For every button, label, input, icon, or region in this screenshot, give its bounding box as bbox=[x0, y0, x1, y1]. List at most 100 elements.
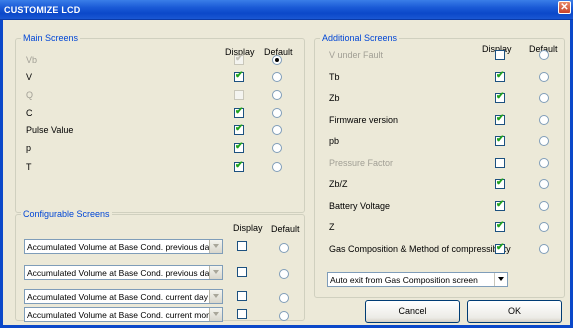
dialog-body: Main Screens Display Default Vb ✔ V ✔ Q C ✔ Pul… bbox=[0, 20, 573, 328]
additional-row-label: Zb/Z bbox=[329, 179, 348, 189]
additional-default-radio[interactable] bbox=[539, 201, 549, 211]
config-display-checkbox[interactable] bbox=[237, 241, 247, 251]
check-icon: ✔ bbox=[496, 242, 505, 253]
check-icon: ✔ bbox=[496, 177, 505, 188]
additional-row-label: pb bbox=[329, 136, 340, 146]
check-icon: ✔ bbox=[496, 220, 505, 231]
ok-button[interactable]: OK bbox=[467, 300, 562, 323]
additional-default-radio[interactable] bbox=[539, 72, 549, 82]
main-default-radio[interactable] bbox=[272, 90, 282, 100]
close-icon: ✕ bbox=[560, 2, 569, 13]
auto-exit-select[interactable]: Auto exit from Gas Composition screen bbox=[327, 272, 508, 287]
additional-display-checkbox[interactable]: ✔ bbox=[495, 242, 505, 254]
additional-display-checkbox[interactable]: ✔ bbox=[495, 177, 505, 189]
main-display-checkbox[interactable]: ✔ bbox=[234, 123, 244, 135]
check-icon: ✔ bbox=[235, 160, 244, 171]
check-icon: ✔ bbox=[496, 91, 505, 102]
main-display-checkbox[interactable]: ✔ bbox=[234, 160, 244, 172]
close-button[interactable]: ✕ bbox=[558, 1, 571, 14]
configurable-screens-legend: Configurable Screens bbox=[21, 209, 112, 219]
additional-row-label: Tb bbox=[329, 72, 340, 82]
main-display-checkbox: ✔ bbox=[234, 53, 244, 65]
main-row-label: T bbox=[26, 162, 32, 172]
configurable-screen-select[interactable]: Accumulated Volume at Base Cond. current… bbox=[24, 307, 223, 322]
main-display-checkbox[interactable]: ✔ bbox=[234, 141, 244, 153]
configurable-screen-select[interactable]: Accumulated Volume at Base Cond. previou… bbox=[24, 239, 223, 254]
chevron-down-icon[interactable] bbox=[209, 240, 222, 253]
config-default-header: Default bbox=[271, 224, 300, 234]
main-row-label: Q bbox=[26, 90, 34, 100]
check-icon: ✔ bbox=[496, 199, 505, 210]
additional-row-label: Z bbox=[329, 222, 335, 232]
additional-row-label: Zb bbox=[329, 93, 340, 103]
check-icon: ✔ bbox=[496, 113, 505, 124]
additional-display-checkbox[interactable] bbox=[495, 158, 505, 168]
main-display-checkbox[interactable]: ✔ bbox=[234, 70, 244, 82]
main-display-checkbox[interactable]: ✔ bbox=[234, 106, 244, 118]
config-display-checkbox[interactable] bbox=[237, 309, 247, 319]
additional-default-radio[interactable] bbox=[539, 244, 549, 254]
configurable-screens-group: Configurable Screens Display Default Acc… bbox=[15, 209, 305, 322]
config-display-checkbox[interactable] bbox=[237, 267, 247, 277]
configurable-screen-select-value: Accumulated Volume at Base Cond. current… bbox=[27, 310, 216, 320]
auto-exit-select-value: Auto exit from Gas Composition screen bbox=[330, 275, 478, 285]
additional-row-label: Firmware version bbox=[329, 115, 399, 125]
additional-default-radio[interactable] bbox=[539, 93, 549, 103]
additional-display-checkbox[interactable]: ✔ bbox=[495, 113, 505, 125]
main-default-radio[interactable] bbox=[272, 162, 282, 172]
configurable-screen-select[interactable]: Accumulated Volume at Base Cond. current… bbox=[24, 289, 223, 304]
check-icon: ✔ bbox=[496, 70, 505, 81]
main-default-radio[interactable] bbox=[272, 143, 282, 153]
config-default-radio[interactable] bbox=[279, 269, 289, 279]
additional-row-label: V under Fault bbox=[329, 50, 384, 60]
main-row-label: Pulse Value bbox=[26, 125, 74, 135]
main-default-radio[interactable] bbox=[272, 72, 282, 82]
additional-display-checkbox[interactable]: ✔ bbox=[495, 134, 505, 146]
main-display-checkbox bbox=[234, 90, 244, 100]
main-default-radio[interactable] bbox=[272, 108, 282, 118]
additional-default-radio[interactable] bbox=[539, 115, 549, 125]
title-bar: CUSTOMIZE LCD ✕ bbox=[0, 0, 573, 20]
check-icon: ✔ bbox=[235, 141, 244, 152]
additional-display-checkbox[interactable]: ✔ bbox=[495, 220, 505, 232]
additional-row-label: Pressure Factor bbox=[329, 158, 394, 168]
config-default-radio[interactable] bbox=[279, 293, 289, 303]
configurable-screen-select-value: Accumulated Volume at Base Cond. previou… bbox=[27, 268, 214, 278]
additional-display-checkbox[interactable]: ✔ bbox=[495, 91, 505, 103]
additional-row-label: Battery Voltage bbox=[329, 201, 391, 211]
additional-screens-group: Additional Screens Display Default V und… bbox=[314, 33, 565, 298]
window-title: CUSTOMIZE LCD bbox=[4, 5, 81, 15]
configurable-screen-select-value: Accumulated Volume at Base Cond. current… bbox=[27, 292, 208, 302]
main-row-label: V bbox=[26, 72, 33, 82]
additional-default-radio[interactable] bbox=[539, 136, 549, 146]
config-default-radio[interactable] bbox=[279, 243, 289, 253]
config-display-header: Display bbox=[233, 223, 263, 233]
additional-default-radio[interactable] bbox=[539, 50, 549, 60]
additional-display-checkbox[interactable] bbox=[495, 50, 505, 60]
additional-display-checkbox[interactable]: ✔ bbox=[495, 199, 505, 211]
main-screens-group: Main Screens Display Default Vb ✔ V ✔ Q C ✔ Pul… bbox=[15, 33, 305, 213]
main-default-radio[interactable] bbox=[272, 125, 282, 135]
chevron-down-icon[interactable] bbox=[494, 273, 507, 286]
config-display-checkbox[interactable] bbox=[237, 291, 247, 301]
additional-default-radio[interactable] bbox=[539, 158, 549, 168]
chevron-down-icon[interactable] bbox=[209, 266, 222, 279]
main-row-label: p bbox=[26, 143, 32, 153]
additional-display-checkbox[interactable]: ✔ bbox=[495, 70, 505, 82]
configurable-screen-select[interactable]: Accumulated Volume at Base Cond. previou… bbox=[24, 265, 223, 280]
chevron-down-icon[interactable] bbox=[209, 308, 222, 321]
main-row-label: C bbox=[26, 108, 33, 118]
additional-screens-legend: Additional Screens bbox=[320, 33, 400, 43]
main-default-radio[interactable] bbox=[272, 55, 282, 65]
chevron-down-icon[interactable] bbox=[209, 290, 222, 303]
additional-default-radio[interactable] bbox=[539, 179, 549, 189]
main-screens-legend: Main Screens bbox=[21, 33, 81, 43]
configurable-screen-select-value: Accumulated Volume at Base Cond. previou… bbox=[27, 242, 214, 252]
cancel-button[interactable]: Cancel bbox=[365, 300, 460, 323]
check-icon: ✔ bbox=[235, 123, 244, 134]
additional-default-radio[interactable] bbox=[539, 222, 549, 232]
additional-row-label: Gas Composition & Method of compressibil… bbox=[329, 244, 511, 254]
check-icon: ✔ bbox=[235, 106, 244, 117]
check-icon: ✔ bbox=[235, 70, 244, 81]
config-default-radio[interactable] bbox=[279, 311, 289, 321]
